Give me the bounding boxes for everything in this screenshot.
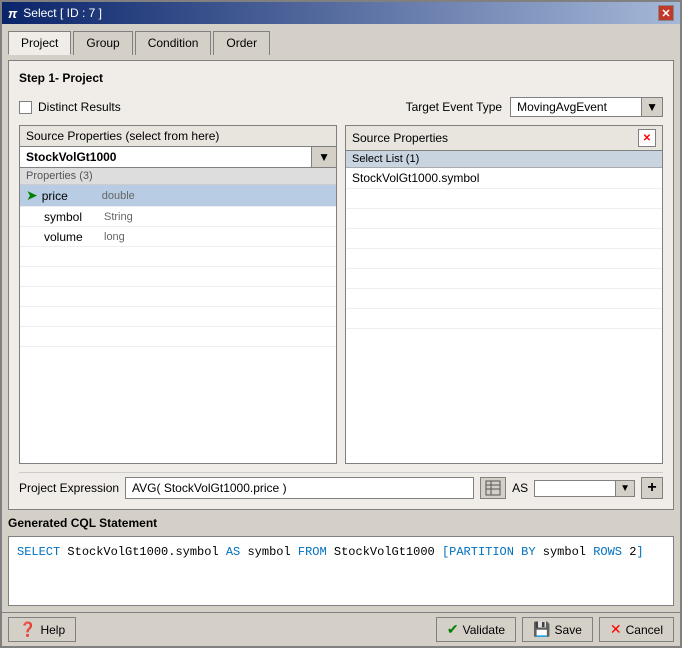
help-button[interactable]: ❓ Help: [8, 617, 76, 642]
property-name-volume: volume: [44, 230, 104, 244]
title-bar-icon: π: [8, 6, 17, 21]
add-expression-button[interactable]: +: [641, 477, 663, 499]
select-list-header: Select List (1): [346, 151, 662, 168]
cql-from-table: StockVolGt1000: [334, 545, 442, 559]
right-panel-title-bar: Source Properties ✕: [346, 126, 662, 151]
target-event-arrow[interactable]: ▼: [641, 98, 662, 116]
property-type-volume: long: [104, 231, 125, 243]
source-dropdown-value: StockVolGt1000: [20, 147, 311, 167]
cql-content: SELECT StockVolGt1000.symbol AS symbol F…: [8, 536, 674, 606]
tab-project[interactable]: Project: [8, 31, 71, 55]
target-event-value: MovingAvgEvent: [511, 98, 641, 116]
as-dropdown-arrow[interactable]: ▼: [615, 481, 634, 496]
tab-order[interactable]: Order: [213, 31, 270, 55]
empty-row-1: [20, 247, 336, 267]
distinct-label: Distinct Results: [38, 100, 121, 114]
properties-header: Properties (3): [20, 168, 336, 185]
target-event-label: Target Event Type: [406, 100, 503, 114]
cql-symbol-alias: symbol: [247, 545, 297, 559]
cancel-button[interactable]: ✕ Cancel: [599, 617, 674, 642]
cancel-icon: ✕: [610, 621, 622, 638]
as-label: AS: [512, 481, 528, 495]
source-dropdown-row: StockVolGt1000 ▼: [20, 147, 336, 168]
left-source-panel: Source Properties (select from here) Sto…: [19, 125, 337, 464]
cql-partition-by: PARTITION BY: [449, 545, 543, 559]
delete-button[interactable]: ✕: [638, 129, 656, 147]
right-empty-2: [346, 209, 662, 229]
property-row-symbol[interactable]: symbol String: [20, 207, 336, 227]
cql-section: Generated CQL Statement SELECT StockVolG…: [8, 516, 674, 606]
right-empty-3: [346, 229, 662, 249]
help-label: Help: [40, 623, 65, 637]
step-title: Step 1- Project: [19, 71, 663, 85]
right-empty-4: [346, 249, 662, 269]
title-bar: π Select [ ID : 7 ] ✕: [2, 2, 680, 24]
empty-row-5: [20, 327, 336, 347]
help-icon: ❓: [19, 621, 36, 638]
project-expression-row: Project Expression AS ▼ +: [19, 472, 663, 499]
tab-bar: Project Group Condition Order: [8, 30, 674, 54]
right-empty-5: [346, 269, 662, 289]
window-body: Project Group Condition Order Step 1- Pr…: [2, 24, 680, 612]
validate-icon: ✔: [447, 621, 459, 638]
as-dropdown-text: [535, 486, 615, 490]
right-empty-1: [346, 189, 662, 209]
cql-select: SELECT: [17, 545, 67, 559]
target-event-row: Target Event Type MovingAvgEvent ▼: [406, 97, 663, 117]
expression-builder-button[interactable]: [480, 477, 506, 499]
source-section: Source Properties (select from here) Sto…: [19, 125, 663, 464]
tab-group[interactable]: Group: [73, 31, 132, 55]
cql-title: Generated CQL Statement: [8, 516, 674, 530]
empty-row-2: [20, 267, 336, 287]
distinct-row: Distinct Results: [19, 100, 121, 114]
empty-row-3: [20, 287, 336, 307]
cql-partition-col: symbol: [543, 545, 593, 559]
right-empty-7: [346, 309, 662, 329]
as-dropdown[interactable]: ▼: [534, 480, 635, 497]
left-source-title: Source Properties (select from here): [20, 126, 336, 147]
table-icon: [485, 480, 501, 496]
footer: ❓ Help ✔ Validate 💾 Save ✕ Cancel: [2, 612, 680, 646]
save-label: Save: [555, 623, 582, 637]
cql-as: AS: [226, 545, 248, 559]
cql-from: FROM: [298, 545, 334, 559]
property-type-price: double: [102, 190, 135, 202]
distinct-checkbox[interactable]: [19, 101, 32, 114]
save-button[interactable]: 💾 Save: [522, 617, 593, 642]
validate-label: Validate: [463, 623, 505, 637]
property-name-price: price: [42, 189, 102, 203]
property-row-volume[interactable]: volume long: [20, 227, 336, 247]
title-bar-text: Select [ ID : 7 ]: [23, 6, 102, 20]
right-source-panel: Source Properties ✕ Select List (1) Stoc…: [345, 125, 663, 464]
select-list-item-0[interactable]: StockVolGt1000.symbol: [346, 168, 662, 189]
property-arrow-price: ➤: [26, 187, 38, 204]
property-name-symbol: symbol: [44, 210, 104, 224]
target-event-dropdown[interactable]: MovingAvgEvent ▼: [510, 97, 663, 117]
source-dropdown-arrow[interactable]: ▼: [311, 147, 336, 167]
cql-bracket-close: ]: [636, 545, 643, 559]
footer-right: ✔ Validate 💾 Save ✕ Cancel: [436, 617, 674, 642]
main-panel: Step 1- Project Distinct Results Target …: [8, 60, 674, 510]
right-panel-title: Source Properties: [352, 131, 448, 145]
close-button[interactable]: ✕: [658, 5, 674, 21]
project-expression-input[interactable]: [125, 477, 474, 499]
empty-row-4: [20, 307, 336, 327]
cql-text: SELECT StockVolGt1000.symbol AS symbol F…: [17, 545, 665, 559]
validate-button[interactable]: ✔ Validate: [436, 617, 516, 642]
cql-symbol-field: StockVolGt1000.symbol: [67, 545, 225, 559]
property-row-price[interactable]: ➤ price double: [20, 185, 336, 207]
top-controls: Distinct Results Target Event Type Movin…: [19, 97, 663, 117]
project-expression-label: Project Expression: [19, 481, 119, 495]
main-window: π Select [ ID : 7 ] ✕ Project Group Cond…: [0, 0, 682, 648]
save-icon: 💾: [533, 621, 550, 638]
property-type-symbol: String: [104, 211, 133, 223]
cancel-label: Cancel: [626, 623, 663, 637]
tab-condition[interactable]: Condition: [135, 31, 212, 55]
right-empty-6: [346, 289, 662, 309]
cql-rows: ROWS: [593, 545, 629, 559]
